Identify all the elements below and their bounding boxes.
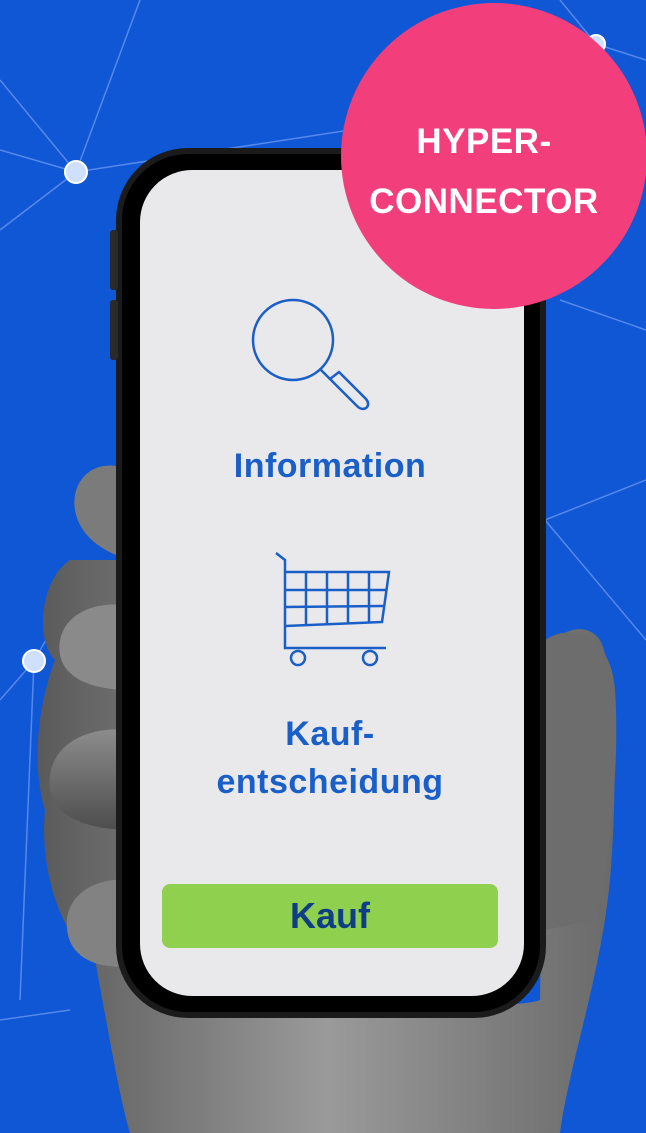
buy-button[interactable]: Kauf [162,884,498,948]
hyper-connector-badge: HYPER- CONNECTOR [339,112,629,232]
purchase-decision-label: Kauf- entscheidung [30,710,630,806]
badge-line-1: HYPER- [416,122,552,161]
purchase-label-line-2: entscheidung [216,763,444,801]
purchase-label-line-1: Kauf- [285,715,375,753]
badge-line-2: CONNECTOR [369,182,599,221]
information-label: Information [233,447,427,485]
